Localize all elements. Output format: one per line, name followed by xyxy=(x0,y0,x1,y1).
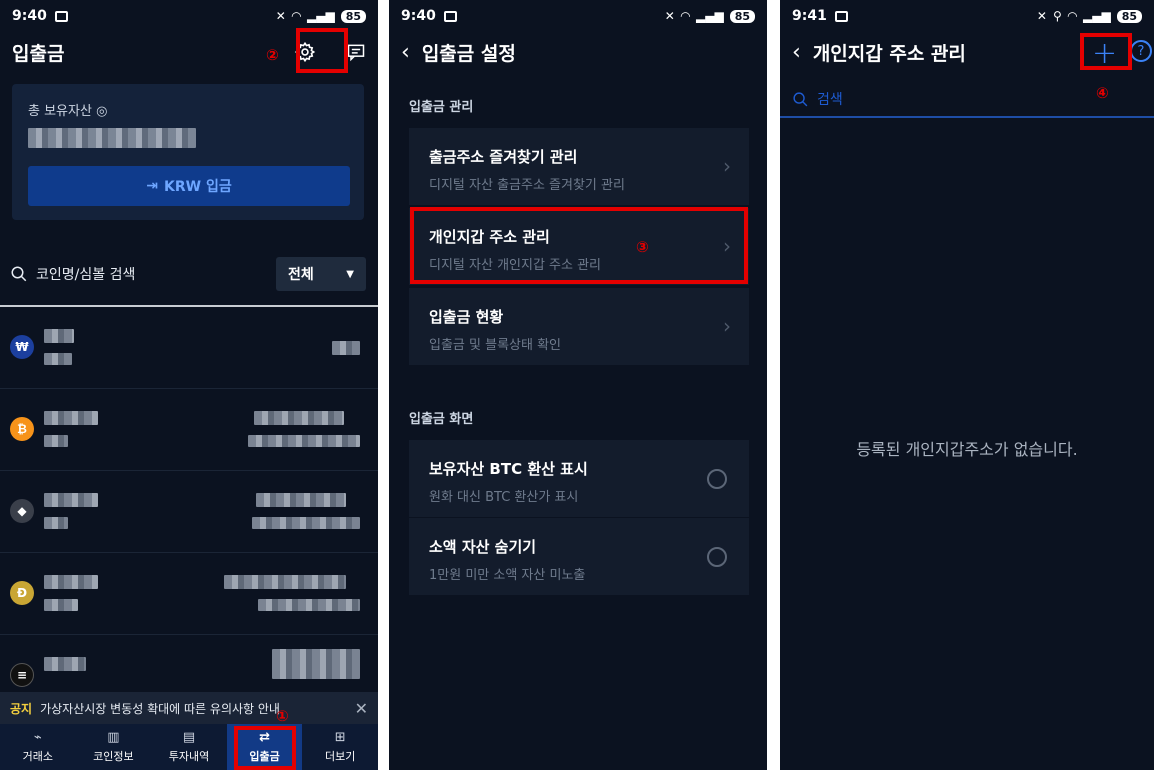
notice-banner[interactable]: 공지 가상자산시장 변동성 확대에 따른 유의사항 안내 ✕ xyxy=(0,692,378,724)
total-assets-label: 총 보유자산 ◎ xyxy=(28,104,108,119)
back-arrow-icon[interactable]: ‹ xyxy=(792,40,801,65)
mute-icon: ✕ xyxy=(1036,9,1047,23)
image-notification-icon xyxy=(54,10,68,22)
step-marker-2: ② xyxy=(266,46,279,64)
coin-row-btc[interactable]: ₿ xyxy=(0,389,378,471)
radio-button[interactable] xyxy=(707,547,727,567)
page-title: 입출금 설정 xyxy=(421,42,516,65)
location-icon: ⚲ xyxy=(1052,9,1062,23)
section-title-screen: 입출금 화면 xyxy=(409,412,474,427)
menu-deposit-status[interactable]: 입출금 현황 입출금 및 블록상태 확인 › xyxy=(409,288,749,366)
tab-more[interactable]: ⊞ 더보기 xyxy=(302,724,378,770)
search-icon xyxy=(793,91,808,106)
chevron-right-icon: › xyxy=(723,314,731,338)
chevron-right-icon: › xyxy=(723,154,731,178)
dogecoin-icon: Ð xyxy=(10,581,34,605)
highlight-add xyxy=(1080,33,1132,70)
notice-tag: 공지 xyxy=(10,701,33,716)
bitcoin-icon: ₿ xyxy=(10,417,34,441)
filter-dropdown[interactable]: 전체 ▼ xyxy=(276,257,366,291)
empty-state-message: 등록된 개인지갑주소가 없습니다. xyxy=(856,440,1078,459)
status-bar: 9:40 ✕ ◠ ▂▄▆ 85 xyxy=(389,0,767,32)
wifi-icon: ◠ xyxy=(1067,9,1077,23)
tab-investments[interactable]: ▤ 투자내역 xyxy=(151,724,227,770)
image-notification-icon xyxy=(834,10,848,22)
status-time: 9:40 xyxy=(12,8,47,24)
step-marker-1: ① xyxy=(276,707,289,725)
wifi-icon: ◠ xyxy=(680,9,690,23)
wallet-search-input[interactable]: 검색 xyxy=(817,89,843,109)
battery-indicator: 85 xyxy=(729,9,755,23)
deposit-settings-screen: 9:40 ✕ ◠ ▂▄▆ 85 ‹ 입출금 설정 입출금 관리 출금주소 즐겨찾… xyxy=(389,0,767,770)
ethereum-icon: ◆ xyxy=(10,499,34,523)
highlight-settings xyxy=(296,28,348,73)
highlight-personal-wallet xyxy=(410,207,748,284)
toggle-btc-conversion[interactable]: 보유자산 BTC 환산 표시 원화 대신 BTC 환산가 표시 xyxy=(409,440,749,518)
battery-indicator: 85 xyxy=(1116,9,1142,23)
signal-icon: ▂▄▆ xyxy=(696,9,724,23)
bar-chart-icon: ▥ xyxy=(107,730,120,745)
mute-icon: ✕ xyxy=(664,9,675,23)
radio-button[interactable] xyxy=(707,469,727,489)
highlight-tab xyxy=(234,726,296,770)
grid-icon: ⊞ xyxy=(334,730,346,745)
help-icon[interactable]: ? xyxy=(1130,40,1152,62)
menu-withdraw-favorites[interactable]: 출금주소 즐겨찾기 관리 디지털 자산 출금주소 즐겨찾기 관리 › xyxy=(409,128,749,206)
page-title: 개인지갑 주소 관리 xyxy=(812,42,966,65)
page-title: 입출금 xyxy=(12,42,65,65)
notice-text: 가상자산시장 변동성 확대에 따른 유의사항 안내 xyxy=(40,701,280,716)
status-time: 9:40 xyxy=(401,8,436,24)
back-arrow-icon[interactable]: ‹ xyxy=(401,40,410,65)
total-assets-card: 총 보유자산 ◎ ⇥ KRW 입금 xyxy=(12,84,364,220)
status-time: 9:41 xyxy=(792,8,827,24)
eye-icon[interactable]: ◎ xyxy=(96,104,107,119)
document-icon: ▤ xyxy=(182,730,196,745)
chat-icon[interactable] xyxy=(346,42,366,62)
krw-coin-icon: ₩ xyxy=(10,335,34,359)
coin-row-eth[interactable]: ◆ xyxy=(0,471,378,553)
close-icon[interactable]: ✕ xyxy=(355,699,368,718)
tab-coin-info[interactable]: ▥ 코인정보 xyxy=(76,724,152,770)
bottom-tab-bar: ⌁ 거래소 ▥ 코인정보 ▤ 투자내역 ⇄ 입출금 ⊞ 더보기 xyxy=(0,724,378,770)
status-bar: 9:41 ✕ ⚲ ◠ ▂▄▆ 85 xyxy=(780,0,1154,32)
coin-row-krw[interactable]: ₩ xyxy=(0,307,378,389)
coin-row-doge[interactable]: Ð xyxy=(0,553,378,635)
coin-search-row: 코인명/심볼 검색 전체 ▼ xyxy=(10,256,366,292)
page-header: ‹ 입출금 설정 xyxy=(389,32,767,72)
coin-search-input[interactable]: 코인명/심볼 검색 xyxy=(36,264,135,284)
search-icon xyxy=(11,266,27,282)
section-title-management: 입출금 관리 xyxy=(409,100,474,115)
caret-down-icon: ▼ xyxy=(346,268,354,280)
battery-indicator: 85 xyxy=(340,9,366,23)
mute-icon: ✕ xyxy=(275,9,286,23)
tab-exchange[interactable]: ⌁ 거래소 xyxy=(0,724,76,770)
step-marker-3: ③ xyxy=(636,238,649,256)
wifi-icon: ◠ xyxy=(291,9,301,23)
deposit-withdraw-screen: 9:40 ✕ ◠ ▂▄▆ 85 입출금 ② 총 보유자산 ◎ ⇥ KRW 입금 xyxy=(0,0,378,770)
signal-icon: ▂▄▆ xyxy=(307,9,335,23)
blurred-balance xyxy=(28,128,196,148)
toggle-hide-small-assets[interactable]: 소액 자산 숨기기 1만원 미만 소액 자산 미노출 xyxy=(409,518,749,596)
chart-icon: ⌁ xyxy=(33,730,42,745)
personal-wallet-screen: 9:41 ✕ ⚲ ◠ ▂▄▆ 85 ‹ 개인지갑 주소 관리 + ? ④ 검색 … xyxy=(780,0,1154,770)
signal-icon: ▂▄▆ xyxy=(1083,9,1111,23)
solana-icon: ≡ xyxy=(10,663,34,687)
image-notification-icon xyxy=(443,10,457,22)
krw-deposit-button[interactable]: ⇥ KRW 입금 xyxy=(28,166,350,206)
wallet-search-bar[interactable]: 검색 xyxy=(780,82,1154,118)
deposit-icon: ⇥ xyxy=(146,178,158,194)
